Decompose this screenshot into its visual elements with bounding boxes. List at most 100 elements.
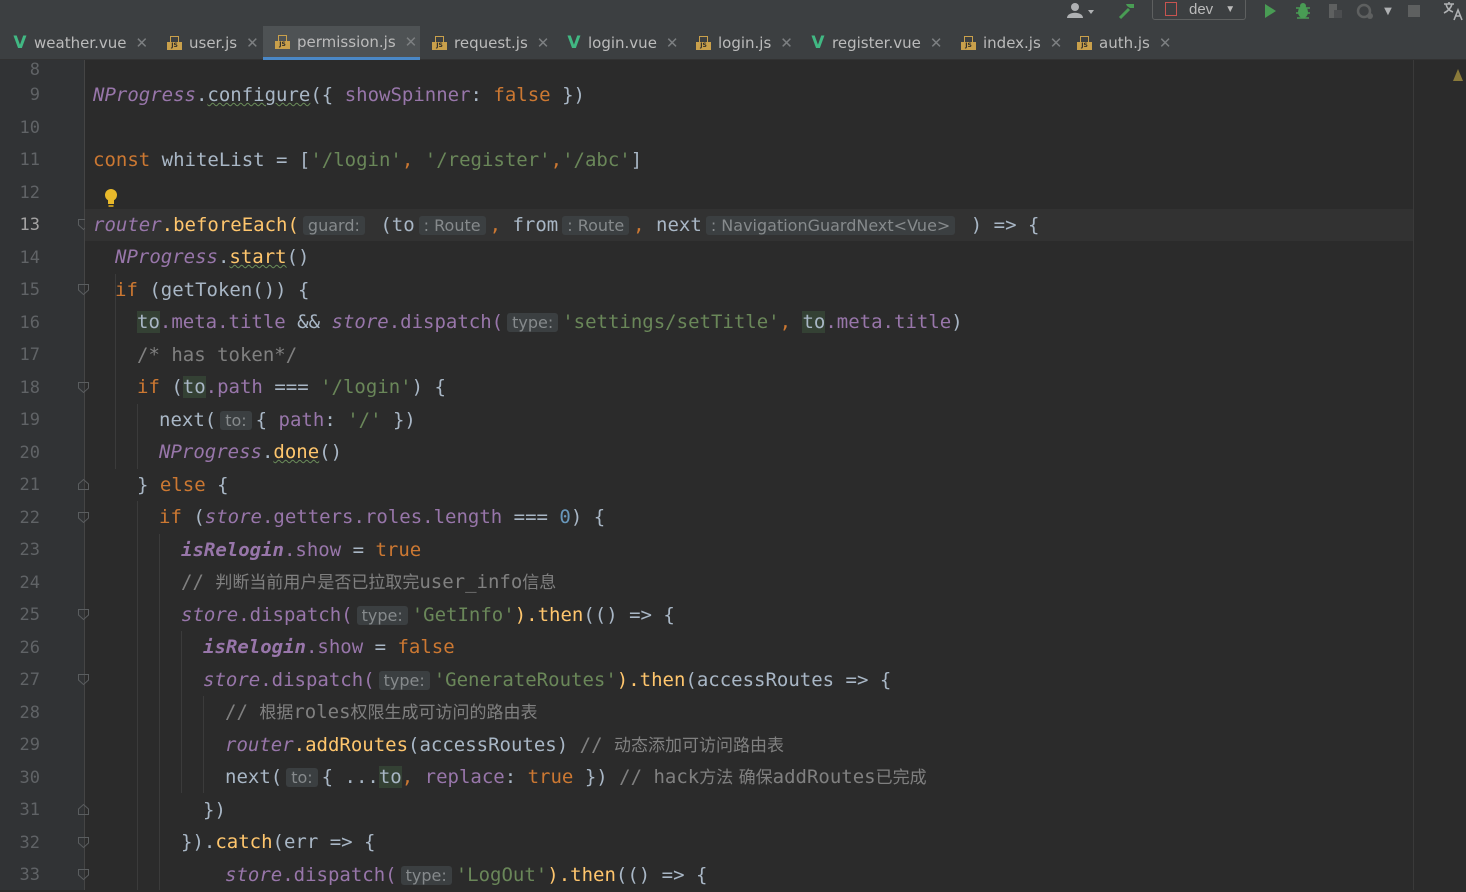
warning-indicator-icon[interactable] [1452, 68, 1464, 82]
code-token: next [656, 214, 702, 236]
code-line-33[interactable]: store.dispatch(type: 'LogOut').then(() =>… [225, 859, 707, 891]
code-comment: 动态添加可访问路由表 [613, 736, 784, 756]
fold-marker-icon[interactable] [77, 511, 90, 524]
code-line-17[interactable]: /* has token*/ [137, 339, 297, 371]
param-hint: guard: [302, 216, 365, 235]
tab-label: login.js [718, 34, 772, 52]
fold-end-marker-icon[interactable] [77, 803, 90, 816]
translate-icon[interactable] [1440, 0, 1466, 22]
close-icon[interactable]: ✕ [930, 34, 943, 52]
code-line-27[interactable]: store.dispatch(type: 'GenerateRoutes').th… [203, 664, 891, 696]
code-token: , [489, 214, 513, 236]
line-number: 17 [19, 345, 40, 365]
code-token: true [375, 539, 422, 561]
user-account-icon[interactable] [1064, 0, 1098, 22]
code-line-13[interactable]: router.beforeEach(guard: (to: Route, fro… [93, 209, 1039, 241]
tab-auth-js[interactable]: auth.js ✕ [1065, 26, 1180, 60]
tab-permission-js[interactable]: permission.js ✕ [263, 26, 420, 60]
tab-login-js[interactable]: login.js ✕ [684, 26, 798, 60]
fold-end-marker-icon[interactable] [77, 478, 90, 491]
code-line-9[interactable]: NProgress.configure({ showSpinner: false… [93, 79, 585, 111]
fold-marker-icon[interactable] [77, 868, 90, 881]
code-line-28[interactable]: // 根据roles权限生成可访问的路由表 [225, 696, 538, 728]
code-token: from [512, 214, 559, 236]
fold-marker-icon[interactable] [77, 673, 90, 686]
code-line-26[interactable]: isRelogin.show = false [203, 631, 455, 663]
tab-request-js[interactable]: request.js ✕ [420, 26, 554, 60]
tab-label: auth.js [1099, 34, 1150, 52]
code-token: store [225, 864, 283, 886]
code-token: showSpinner [344, 84, 471, 106]
code-line-19[interactable]: next(to:{ path: '/' }) [159, 404, 416, 436]
close-icon[interactable]: ✕ [135, 34, 148, 52]
profile-icon[interactable] [1353, 0, 1377, 22]
line-number-gutter[interactable]: 8 9 10 11 12 13 14 15 16 17 18 19 20 21 … [0, 60, 84, 890]
code-token: title [894, 311, 952, 333]
code-token: done [273, 441, 320, 463]
code-line-31[interactable]: }) [203, 794, 226, 826]
more-run-options-icon[interactable]: ▼ [1380, 0, 1396, 22]
close-icon[interactable]: ✕ [666, 34, 679, 52]
code-line-25[interactable]: store.dispatch(type: 'GetInfo').then(() =… [181, 599, 675, 631]
code-token: (err => { [272, 831, 376, 853]
code-token: roles [364, 506, 423, 528]
code-token: (() => { [615, 864, 708, 886]
close-icon[interactable]: ✕ [1050, 34, 1063, 52]
line-number: 23 [19, 540, 40, 560]
code-token: if [137, 376, 160, 398]
code-comment: hack [653, 766, 700, 788]
code-line-20[interactable]: NProgress.done() [159, 436, 342, 468]
close-icon[interactable]: ✕ [537, 34, 550, 52]
code-token: next( [159, 409, 217, 431]
coverage-icon[interactable] [1323, 0, 1347, 22]
close-icon[interactable]: ✕ [1159, 34, 1172, 52]
line-number: 30 [19, 768, 40, 788]
code-line-21[interactable]: } else { [137, 469, 229, 501]
js-file-icon [167, 36, 182, 50]
code-line-18[interactable]: if (to.path === '/login') { [137, 371, 446, 403]
fold-marker-icon[interactable] [77, 608, 90, 621]
code-token: '/login' [310, 149, 402, 171]
code-token: NProgress [159, 441, 262, 463]
fold-marker-icon[interactable] [77, 836, 90, 849]
code-comment: roles [293, 701, 351, 723]
debug-icon[interactable] [1291, 0, 1315, 22]
config-icon [1165, 2, 1177, 16]
line-number-current: 13 [19, 215, 40, 235]
code-line-23[interactable]: isRelogin.show = true [181, 534, 421, 566]
code-line-14[interactable]: NProgress.start() [115, 241, 310, 273]
run-icon[interactable] [1258, 0, 1282, 22]
close-icon[interactable]: ✕ [246, 34, 259, 52]
param-hint: to: [286, 768, 318, 787]
tab-index-js[interactable]: index.js ✕ [949, 26, 1065, 60]
code-line-22[interactable]: if (store.getters.roles.length === 0) { [159, 501, 605, 533]
code-token: 'settings/setTitle' [562, 311, 780, 333]
close-icon[interactable]: ✕ [780, 34, 793, 52]
code-token: }). [181, 831, 216, 853]
code-token: : [470, 84, 494, 106]
tab-login-vue[interactable]: V login.vue ✕ [554, 26, 684, 60]
code-line-11[interactable]: const whiteList = ['/login', '/register'… [93, 144, 642, 176]
code-line-29[interactable]: router.addRoutes(accessRoutes) // 动态添加可访… [225, 729, 784, 761]
nprogress-ref: NProgress [93, 84, 196, 106]
tab-register-vue[interactable]: V register.vue ✕ [798, 26, 949, 60]
top-toolbar: dev ▼ ▼ [0, 0, 1466, 26]
fold-marker-icon[interactable] [77, 283, 90, 296]
code-token: store [331, 311, 389, 333]
build-hammer-icon[interactable] [1114, 0, 1140, 22]
code-line-24[interactable]: // 判断当前用户是否已拉取完user_info信息 [181, 566, 556, 598]
lightbulb-icon[interactable] [102, 187, 120, 209]
code-token: '/abc' [562, 149, 631, 171]
run-config-dropdown[interactable]: dev ▼ [1152, 0, 1246, 20]
tab-user-js[interactable]: user.js ✕ [155, 26, 263, 60]
close-icon[interactable]: ✕ [405, 33, 418, 51]
line-number: 20 [19, 443, 40, 463]
line-number: 11 [19, 150, 40, 170]
code-line-32[interactable]: }).catch(err => { [181, 826, 375, 858]
stop-icon[interactable] [1404, 0, 1424, 22]
code-line-16[interactable]: to.meta.title && store.dispatch(type:'se… [137, 306, 963, 338]
code-token: (accessRoutes => { [685, 669, 892, 691]
code-line-15[interactable]: if (getToken()) { [115, 274, 309, 306]
fold-marker-icon[interactable] [77, 381, 90, 394]
code-line-30[interactable]: next(to:{ ...to, replace: true }) // hac… [225, 761, 927, 793]
